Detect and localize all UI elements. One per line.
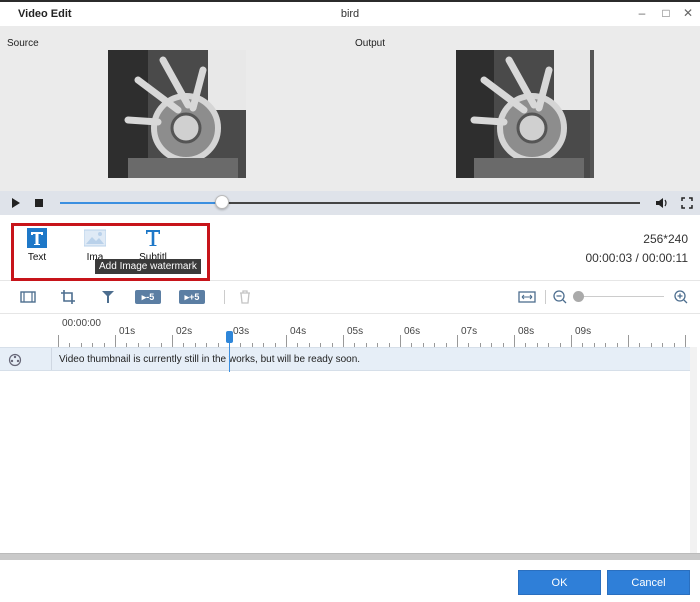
edit-toolbar: ▸-5 ▸+5 <box>0 281 700 313</box>
playhead-handle[interactable] <box>226 331 233 343</box>
tick-label: 05s <box>347 326 364 337</box>
seek-handle[interactable] <box>215 195 230 209</box>
tick-label: 00:00:00 <box>62 318 101 329</box>
tooltip: Add Image watermark <box>95 259 201 274</box>
zoom-in-icon[interactable] <box>673 289 689 305</box>
ruler-tick <box>400 335 401 347</box>
ok-button[interactable]: OK <box>518 570 601 595</box>
tick-label: 09s <box>575 326 592 337</box>
seek-progress <box>60 202 223 204</box>
fit-icon[interactable] <box>518 289 536 305</box>
tick-label: 07s <box>461 326 478 337</box>
toolbar-divider <box>545 290 546 304</box>
minimize-icon[interactable]: – <box>635 6 649 20</box>
file-name: bird <box>340 8 360 20</box>
track-header-divider <box>51 348 52 370</box>
ruler-tick <box>457 335 458 347</box>
close-icon[interactable]: ✕ <box>681 6 695 20</box>
clip-icon[interactable] <box>20 289 36 305</box>
delete-icon[interactable] <box>237 289 253 305</box>
zoom-slider[interactable] <box>578 296 664 297</box>
tick-label: 08s <box>518 326 535 337</box>
fullscreen-icon[interactable] <box>680 196 694 210</box>
ruler-tick <box>514 335 515 347</box>
ruler-tick <box>115 335 116 347</box>
forward-5-label: +5 <box>189 292 200 302</box>
zoom-out-icon[interactable] <box>552 289 568 305</box>
ruler-tick <box>286 335 287 347</box>
subtitle-tool[interactable]: Subtitl <box>133 228 173 263</box>
text-tool-label: Text <box>27 252 47 263</box>
tick-label: 01s <box>119 326 136 337</box>
stop-icon[interactable] <box>32 196 46 210</box>
vertical-scrollbar[interactable] <box>690 347 697 557</box>
play-icon[interactable] <box>9 196 23 210</box>
ruler-tick <box>343 335 344 347</box>
crop-icon[interactable] <box>60 289 76 305</box>
source-label: Source <box>7 38 39 49</box>
video-time: 00:00:03 / 00:00:11 <box>585 251 688 265</box>
zoom-handle[interactable] <box>573 291 584 302</box>
video-track[interactable]: Video thumbnail is currently still in th… <box>0 347 690 371</box>
seek-slider[interactable] <box>60 202 640 204</box>
title-bar: Video Edit bird – □ ✕ <box>0 0 700 26</box>
tick-label: 02s <box>176 326 193 337</box>
toolbar-divider <box>224 290 225 304</box>
ruler-tick <box>571 335 572 347</box>
ruler-tick <box>172 335 173 347</box>
text-icon <box>26 228 48 248</box>
rewind-5-label: -5 <box>146 292 155 302</box>
source-video-frame <box>108 50 246 178</box>
forward-5-icon[interactable]: ▸+5 <box>179 290 205 304</box>
output-video-frame <box>456 50 594 178</box>
tick-label: 06s <box>404 326 421 337</box>
volume-icon[interactable] <box>654 196 668 210</box>
video-resolution: 256*240 <box>643 232 688 246</box>
image-watermark-tool[interactable]: Ima <box>75 228 115 263</box>
playback-bar <box>0 191 700 215</box>
horizontal-scrollbar[interactable] <box>0 553 700 560</box>
split-icon[interactable] <box>100 289 116 305</box>
ruler-tick <box>628 335 629 347</box>
timeline-ruler[interactable]: 00:00:00 01s 02s 03s 04s 05s 06s 07s 08s… <box>0 313 700 347</box>
tick-label: 03s <box>233 326 250 337</box>
cancel-button[interactable]: Cancel <box>607 570 690 595</box>
output-label: Output <box>355 38 386 49</box>
film-reel-icon <box>8 353 22 367</box>
subtitle-icon <box>142 228 164 248</box>
ruler-tick <box>58 335 59 347</box>
image-icon <box>83 228 107 248</box>
rewind-5-icon[interactable]: ▸-5 <box>135 290 161 304</box>
preview-area: Source Output <box>0 26 700 191</box>
tick-label: 04s <box>290 326 307 337</box>
text-tool[interactable]: Text <box>17 228 57 263</box>
maximize-icon[interactable]: □ <box>659 6 673 20</box>
ruler-tick <box>685 335 686 347</box>
track-message: Video thumbnail is currently still in th… <box>59 354 361 365</box>
